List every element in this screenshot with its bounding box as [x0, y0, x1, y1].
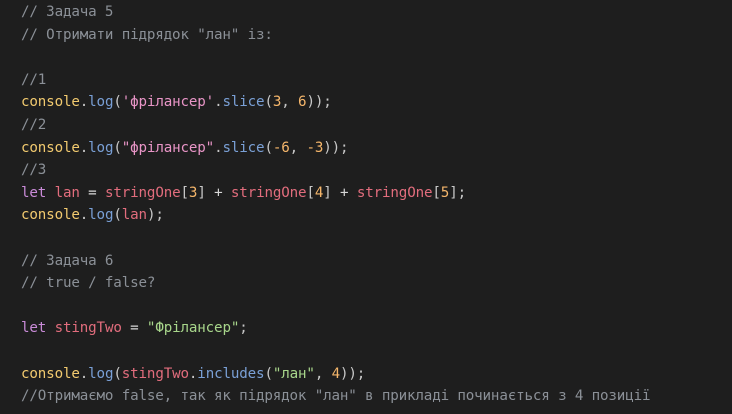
- code-token: 4: [331, 365, 341, 382]
- code-token: stringOne: [356, 184, 433, 201]
- code-token: slice: [222, 139, 265, 156]
- code-token: ]: [197, 184, 206, 201]
- code-token: let: [21, 184, 47, 201]
- code-token: ;: [239, 320, 248, 337]
- code-token: console: [21, 365, 80, 382]
- code-token: ));: [306, 94, 332, 111]
- code-token: .: [79, 365, 89, 382]
- code-line[interactable]: console.log(lan);: [21, 204, 650, 227]
- code-token: stringOne: [230, 184, 307, 201]
- code-token: "Фрілансер": [146, 320, 240, 337]
- code-line[interactable]: //1: [21, 69, 650, 92]
- code-editor[interactable]: // Задача 5 // Отримати підрядок "лан" із…: [0, 0, 732, 414]
- code-token: log: [88, 207, 114, 224]
- code-line[interactable]: [21, 295, 650, 318]
- code-line[interactable]: [21, 340, 650, 363]
- code-token: (: [113, 365, 122, 382]
- code-token: // true / false?: [21, 275, 156, 292]
- code-line[interactable]: // Задача 6: [21, 250, 650, 273]
- code-token: ,: [289, 139, 307, 156]
- code-token: lan: [121, 207, 147, 224]
- code-line[interactable]: [21, 46, 650, 69]
- code-token: console: [21, 207, 80, 224]
- code-token: "фрілансер": [121, 139, 215, 156]
- code-token: stringOne: [104, 184, 181, 201]
- code-line[interactable]: let stingTwo = "Фрілансер";: [21, 317, 650, 340]
- code-token: //2: [21, 116, 47, 133]
- code-token: ));: [340, 365, 366, 382]
- code-token: (: [113, 207, 122, 224]
- code-token: -6: [272, 139, 290, 156]
- code-token: slice: [222, 94, 265, 111]
- code-line[interactable]: let lan = stringOne[3] + stringOne[4] + …: [21, 182, 650, 205]
- code-line[interactable]: // Отримати підрядок "лан" із:: [21, 24, 650, 47]
- code-token: //1: [21, 71, 47, 88]
- code-token: );: [146, 207, 164, 224]
- code-token: "лан": [272, 365, 315, 382]
- code-token: [: [432, 184, 441, 201]
- code-token: stingTwo: [54, 320, 122, 337]
- code-token: // Отримати підрядок "лан" із:: [21, 26, 273, 43]
- code-token: log: [88, 365, 114, 382]
- code-token: 3: [272, 94, 282, 111]
- code-token: ,: [314, 365, 332, 382]
- code-token: +: [205, 184, 231, 201]
- code-token: +: [331, 184, 357, 201]
- code-token: stingTwo: [121, 365, 189, 382]
- code-line[interactable]: console.log(stingTwo.includes("лан", 4))…: [21, 363, 650, 386]
- code-token: log: [88, 94, 114, 111]
- code-token: // Задача 5: [21, 4, 114, 20]
- code-token: log: [88, 139, 114, 156]
- code-token: ,: [281, 94, 299, 111]
- code-line[interactable]: console.log("фрілансер".slice(-6, -3));: [21, 137, 650, 160]
- code-token: =: [79, 184, 105, 201]
- code-line[interactable]: //Отримаємо false, так як підрядок "лан"…: [21, 385, 651, 408]
- code-token: ]: [323, 184, 332, 201]
- code-token: ));: [323, 139, 349, 156]
- code-token: 5: [440, 184, 450, 201]
- code-token: 4: [314, 184, 324, 201]
- code-token: includes: [197, 365, 265, 382]
- code-token: (: [264, 94, 273, 111]
- code-token: .: [79, 94, 89, 111]
- code-token: -3: [306, 139, 324, 156]
- code-token: (: [264, 139, 273, 156]
- code-token: ];: [449, 184, 466, 201]
- code-token: (: [113, 94, 122, 111]
- code-token: let: [21, 320, 47, 337]
- code-content[interactable]: // Задача 5 // Отримати підрядок "лан" із…: [21, 1, 651, 408]
- code-token: [: [180, 184, 190, 201]
- code-line[interactable]: //2: [21, 114, 650, 137]
- code-token: console: [21, 94, 80, 111]
- code-token: //3: [21, 162, 47, 179]
- code-token: console: [21, 139, 80, 156]
- code-token: [: [306, 184, 315, 201]
- code-line[interactable]: // true / false?: [21, 272, 650, 295]
- code-line[interactable]: // Задача 5: [21, 1, 650, 24]
- code-token: 'фрілансер': [121, 94, 215, 111]
- code-line[interactable]: console.log('фрілансер'.slice(3, 6));: [21, 91, 650, 114]
- code-token: lan: [54, 184, 80, 201]
- code-line[interactable]: [21, 227, 650, 250]
- code-token: (: [264, 365, 273, 382]
- code-token: =: [121, 320, 147, 337]
- code-token: .: [79, 139, 89, 156]
- code-token: // Задача 6: [21, 252, 114, 269]
- code-token: (: [113, 139, 122, 156]
- code-token: .: [79, 207, 89, 224]
- code-line[interactable]: //3: [21, 159, 650, 182]
- code-token: //Отримаємо false, так як підрядок "лан"…: [21, 388, 651, 405]
